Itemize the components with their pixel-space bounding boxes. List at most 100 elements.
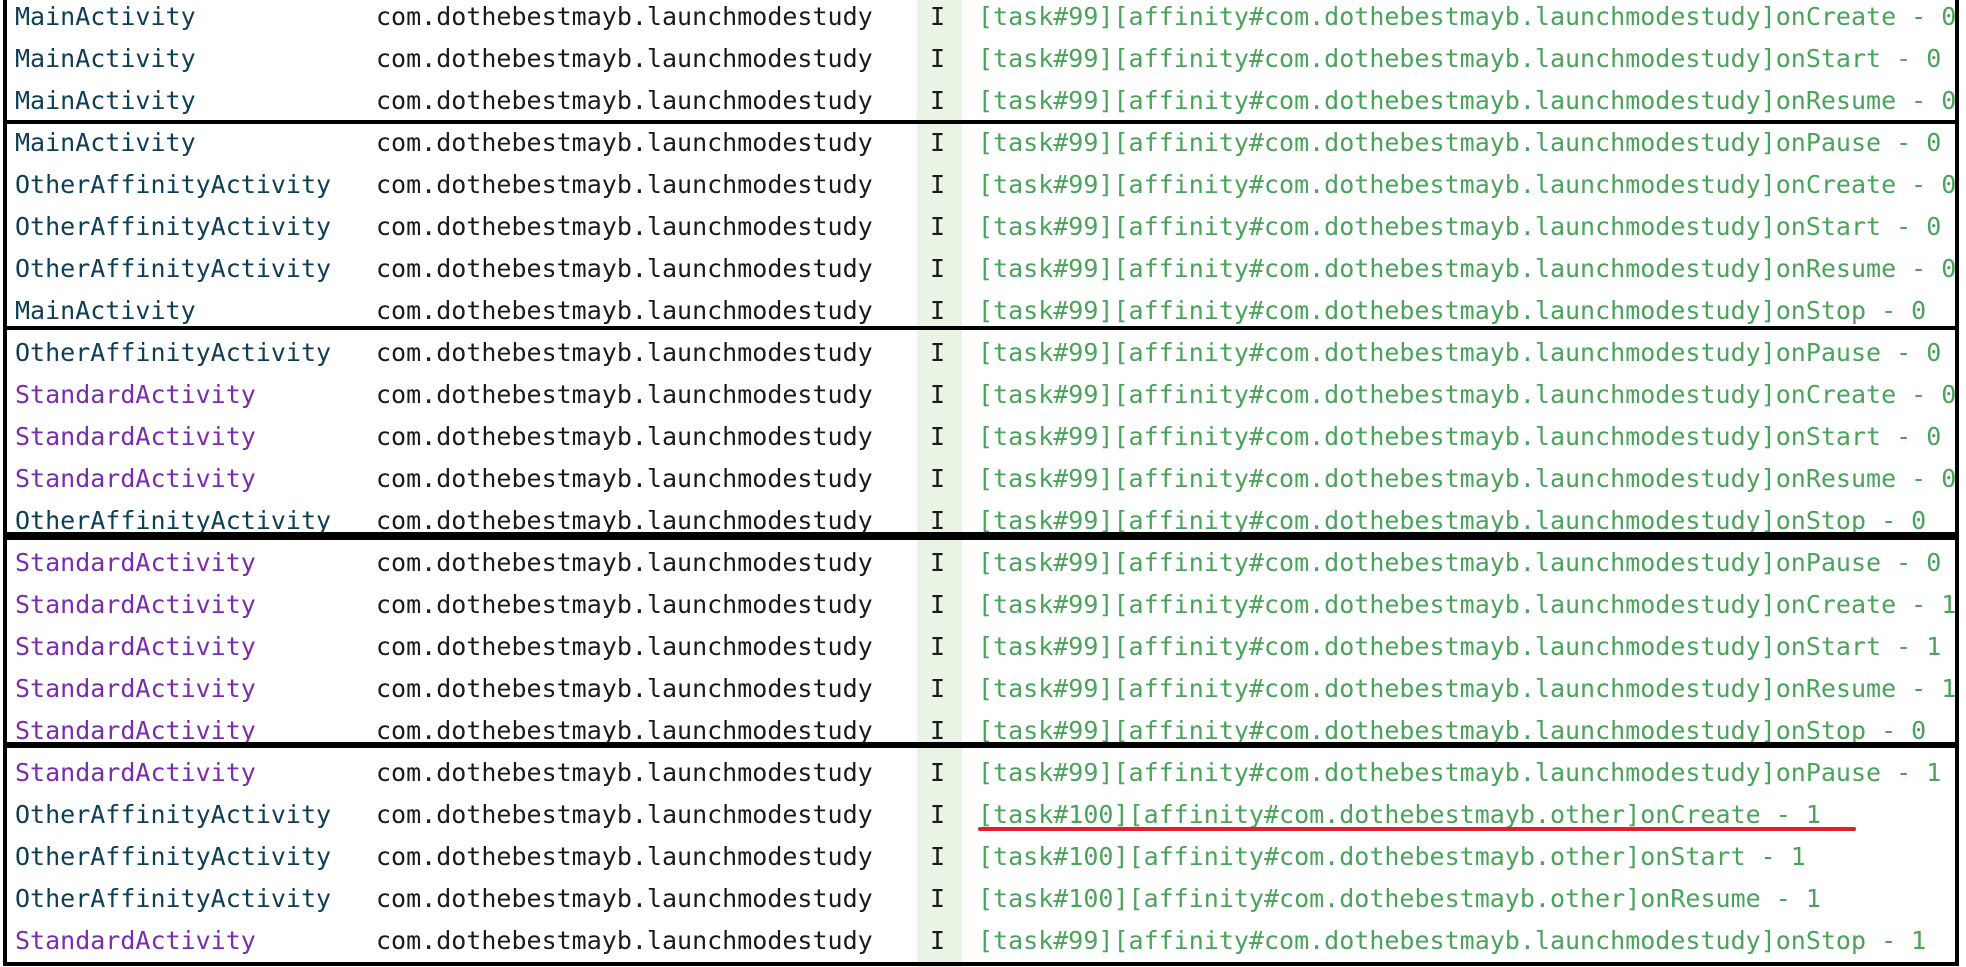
log-level: I [930,380,946,409]
log-level: I [930,86,946,115]
log-tag: StandardActivity [15,590,256,619]
log-message: [task#99][affinity#com.dothebestmayb.lau… [978,128,1942,157]
log-level: I [930,2,946,31]
log-level: I [930,464,946,493]
log-level: I [930,590,946,619]
log-row[interactable]: OtherAffinityActivity com.dothebestmayb.… [0,210,1966,252]
log-level: I [930,44,946,73]
log-package: com.dothebestmayb.launchmodestudy [376,842,873,871]
log-package: com.dothebestmayb.launchmodestudy [376,926,873,955]
log-message: [task#99][affinity#com.dothebestmayb.lau… [978,254,1957,283]
log-row[interactable]: OtherAffinityActivity com.dothebestmayb.… [0,798,1966,840]
log-package: com.dothebestmayb.launchmodestudy [376,422,873,451]
log-tag: StandardActivity [15,758,256,787]
log-package: com.dothebestmayb.launchmodestudy [376,548,873,577]
log-message: [task#99][affinity#com.dothebestmayb.lau… [978,464,1957,493]
highlight-underline [978,827,1856,831]
log-tag: OtherAffinityActivity [15,884,332,913]
log-tag: StandardActivity [15,926,256,955]
log-level: I [930,842,946,871]
log-tag: MainActivity [15,128,196,157]
log-row[interactable]: StandardActivity com.dothebestmayb.launc… [0,546,1966,588]
log-message: [task#99][affinity#com.dothebestmayb.lau… [978,506,1927,535]
log-row[interactable]: OtherAffinityActivity com.dothebestmayb.… [0,882,1966,924]
log-row[interactable]: StandardActivity com.dothebestmayb.launc… [0,378,1966,420]
log-tag: StandardActivity [15,716,256,745]
log-tag: OtherAffinityActivity [15,212,332,241]
log-row[interactable]: OtherAffinityActivity com.dothebestmayb.… [0,840,1966,882]
log-message: [task#99][affinity#com.dothebestmayb.lau… [978,590,1957,619]
log-package: com.dothebestmayb.launchmodestudy [376,590,873,619]
log-level: I [930,338,946,367]
log-message: [task#99][affinity#com.dothebestmayb.lau… [978,716,1927,745]
log-message: [task#99][affinity#com.dothebestmayb.lau… [978,2,1957,31]
log-package: com.dothebestmayb.launchmodestudy [376,884,873,913]
log-package: com.dothebestmayb.launchmodestudy [376,2,873,31]
log-level: I [930,674,946,703]
log-package: com.dothebestmayb.launchmodestudy [376,338,873,367]
log-row[interactable]: StandardActivity com.dothebestmayb.launc… [0,420,1966,462]
log-tag: OtherAffinityActivity [15,170,332,199]
log-package: com.dothebestmayb.launchmodestudy [376,758,873,787]
log-tag: StandardActivity [15,422,256,451]
log-package: com.dothebestmayb.launchmodestudy [376,86,873,115]
log-message: [task#99][affinity#com.dothebestmayb.lau… [978,632,1942,661]
log-tag: OtherAffinityActivity [15,842,332,871]
log-tag: OtherAffinityActivity [15,800,332,829]
log-package: com.dothebestmayb.launchmodestudy [376,44,873,73]
log-message: [task#99][affinity#com.dothebestmayb.lau… [978,758,1942,787]
log-row[interactable]: OtherAffinityActivity com.dothebestmayb.… [0,504,1966,546]
log-package: com.dothebestmayb.launchmodestudy [376,632,873,661]
log-tag: OtherAffinityActivity [15,506,332,535]
log-tag: MainActivity [15,86,196,115]
log-level: I [930,170,946,199]
log-level: I [930,716,946,745]
log-row[interactable]: StandardActivity com.dothebestmayb.launc… [0,462,1966,504]
log-package: com.dothebestmayb.launchmodestudy [376,464,873,493]
log-row[interactable]: MainActivity com.dothebestmayb.launchmod… [0,0,1966,42]
log-message: [task#99][affinity#com.dothebestmayb.lau… [978,296,1927,325]
log-tag: StandardActivity [15,548,256,577]
log-row[interactable]: MainActivity com.dothebestmayb.launchmod… [0,84,1966,126]
log-message: [task#99][affinity#com.dothebestmayb.lau… [978,380,1957,409]
log-message: [task#99][affinity#com.dothebestmayb.lau… [978,212,1942,241]
log-level: I [930,548,946,577]
log-row[interactable]: StandardActivity com.dothebestmayb.launc… [0,756,1966,798]
log-row[interactable]: OtherAffinityActivity com.dothebestmayb.… [0,336,1966,378]
log-message: [task#99][affinity#com.dothebestmayb.lau… [978,422,1942,451]
log-level: I [930,884,946,913]
log-row[interactable]: StandardActivity com.dothebestmayb.launc… [0,672,1966,714]
log-row[interactable]: MainActivity com.dothebestmayb.launchmod… [0,42,1966,84]
log-message: [task#99][affinity#com.dothebestmayb.lau… [978,674,1957,703]
log-tag: MainActivity [15,296,196,325]
log-row[interactable]: OtherAffinityActivity com.dothebestmayb.… [0,168,1966,210]
log-level: I [930,926,946,955]
log-message: [task#99][affinity#com.dothebestmayb.lau… [978,44,1942,73]
log-message: [task#99][affinity#com.dothebestmayb.lau… [978,926,1927,955]
log-tag: StandardActivity [15,674,256,703]
log-row[interactable]: MainActivity com.dothebestmayb.launchmod… [0,294,1966,336]
log-row[interactable]: StandardActivity com.dothebestmayb.launc… [0,588,1966,630]
log-message: [task#99][affinity#com.dothebestmayb.lau… [978,548,1942,577]
log-level: I [930,212,946,241]
log-package: com.dothebestmayb.launchmodestudy [376,212,873,241]
log-message: [task#99][affinity#com.dothebestmayb.lau… [978,86,1957,115]
log-package: com.dothebestmayb.launchmodestudy [376,170,873,199]
log-level: I [930,506,946,535]
log-tag: OtherAffinityActivity [15,338,332,367]
log-message: [task#100][affinity#com.dothebestmayb.ot… [978,842,1806,871]
log-row[interactable]: StandardActivity com.dothebestmayb.launc… [0,714,1966,756]
log-message: [task#99][affinity#com.dothebestmayb.lau… [978,170,1957,199]
log-row[interactable]: StandardActivity com.dothebestmayb.launc… [0,630,1966,672]
log-tag: StandardActivity [15,464,256,493]
log-row[interactable]: OtherAffinityActivity com.dothebestmayb.… [0,252,1966,294]
log-package: com.dothebestmayb.launchmodestudy [376,800,873,829]
log-tag: StandardActivity [15,632,256,661]
log-level: I [930,632,946,661]
logcat-output: MainActivity com.dothebestmayb.launchmod… [0,0,1966,967]
log-row[interactable]: StandardActivity com.dothebestmayb.launc… [0,924,1966,966]
log-tag: StandardActivity [15,380,256,409]
log-package: com.dothebestmayb.launchmodestudy [376,254,873,283]
log-level: I [930,800,946,829]
log-row[interactable]: MainActivity com.dothebestmayb.launchmod… [0,126,1966,168]
